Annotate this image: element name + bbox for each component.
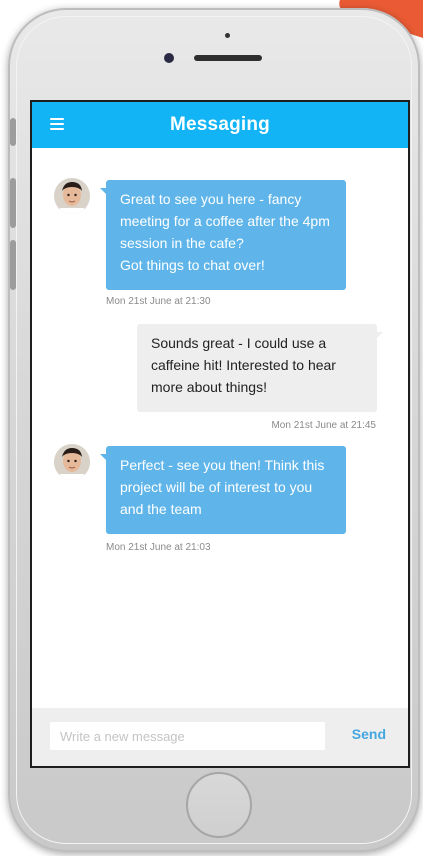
phone-screen: Messaging Great to see you here - fancy …: [30, 100, 410, 768]
user-avatar: [54, 444, 90, 480]
message-text: Great to see you here - fancy meeting fo…: [120, 191, 330, 273]
incoming-message-bubble: Great to see you here - fancy meeting fo…: [100, 180, 346, 290]
message-timestamp: Mon 21st June at 21:03: [106, 542, 211, 553]
incoming-message-bubble: Perfect - see you then! Think this proje…: [100, 446, 346, 534]
home-button[interactable]: [186, 772, 252, 838]
page-title: Messaging: [170, 114, 270, 135]
front-camera: [164, 53, 174, 63]
outgoing-message-bubble: Sounds great - I could use a caffeine hi…: [137, 324, 383, 412]
silent-switch: [10, 118, 16, 146]
message-timestamp: Mon 21st June at 21:45: [271, 420, 376, 431]
volume-up-button: [10, 178, 16, 228]
message-input[interactable]: [50, 722, 325, 750]
message-composer: Send: [32, 708, 408, 766]
user-avatar: [54, 178, 90, 214]
message-text: Perfect - see you then! Think this proje…: [120, 457, 325, 517]
send-button[interactable]: Send: [352, 726, 386, 742]
volume-down-button: [10, 240, 16, 290]
message-timestamp: Mon 21st June at 21:30: [106, 296, 211, 307]
message-text: Sounds great - I could use a caffeine hi…: [151, 335, 336, 395]
earpiece-speaker: [194, 55, 262, 61]
proximity-sensor: [225, 33, 230, 38]
page: Messaging Great to see you here - fancy …: [0, 0, 423, 856]
app-header: Messaging: [32, 102, 408, 148]
